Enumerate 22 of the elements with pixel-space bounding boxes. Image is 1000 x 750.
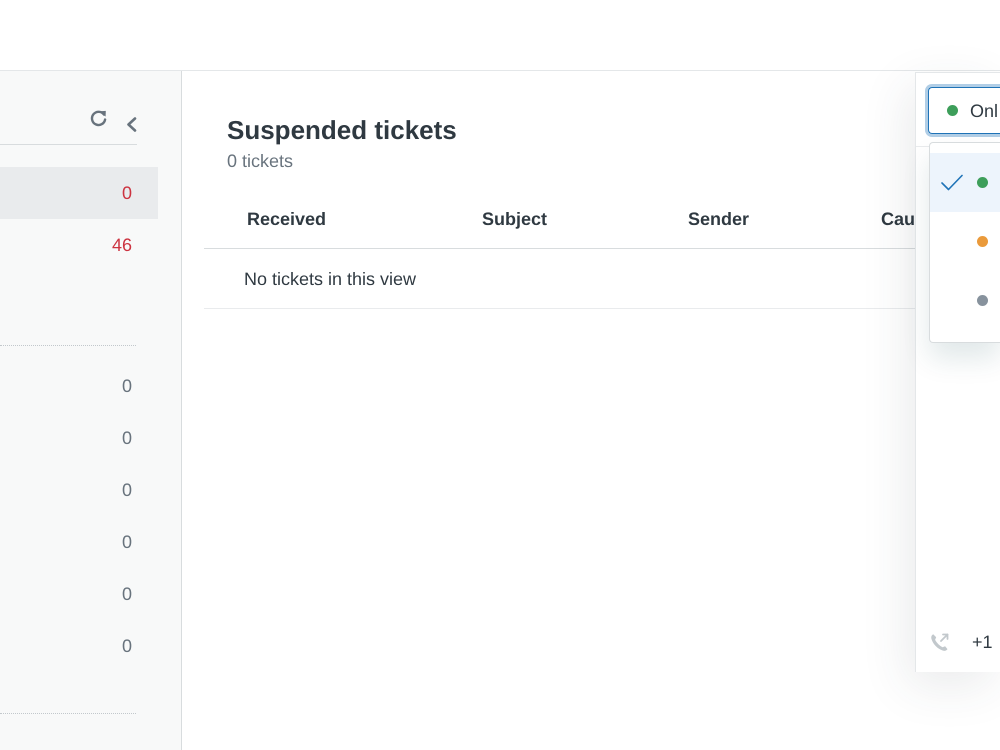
sidebar-item[interactable]: 0 bbox=[0, 167, 158, 219]
sidebar-item[interactable]: 0 bbox=[0, 516, 158, 568]
page-title: Suspended tickets bbox=[227, 114, 457, 146]
sidebar-item[interactable]: 0 bbox=[0, 412, 158, 464]
column-header[interactable]: Sender bbox=[688, 208, 750, 230]
sidebar-item[interactable]: 0 bbox=[0, 360, 158, 412]
status-select[interactable]: Onl bbox=[928, 87, 1000, 134]
column-header[interactable]: Cau bbox=[881, 208, 916, 230]
chevron-left-icon[interactable] bbox=[126, 117, 137, 132]
sidebar-item[interactable]: 0 bbox=[0, 464, 158, 516]
ticket-count: 0 tickets bbox=[227, 150, 294, 172]
sidebar-item[interactable]: 46 bbox=[0, 219, 158, 271]
sidebar-item[interactable]: 0 bbox=[0, 568, 158, 620]
phone-icon bbox=[930, 632, 950, 652]
sidebar-item[interactable]: 0 bbox=[0, 620, 158, 672]
empty-state-text: No tickets in this view bbox=[244, 268, 416, 290]
phone-number: +1 bbox=[972, 631, 993, 653]
status-option[interactable] bbox=[930, 153, 1000, 212]
check-icon bbox=[941, 174, 963, 191]
column-header[interactable]: Received bbox=[247, 208, 326, 230]
column-header[interactable]: Subject bbox=[482, 208, 548, 230]
refresh-icon[interactable] bbox=[90, 110, 107, 127]
